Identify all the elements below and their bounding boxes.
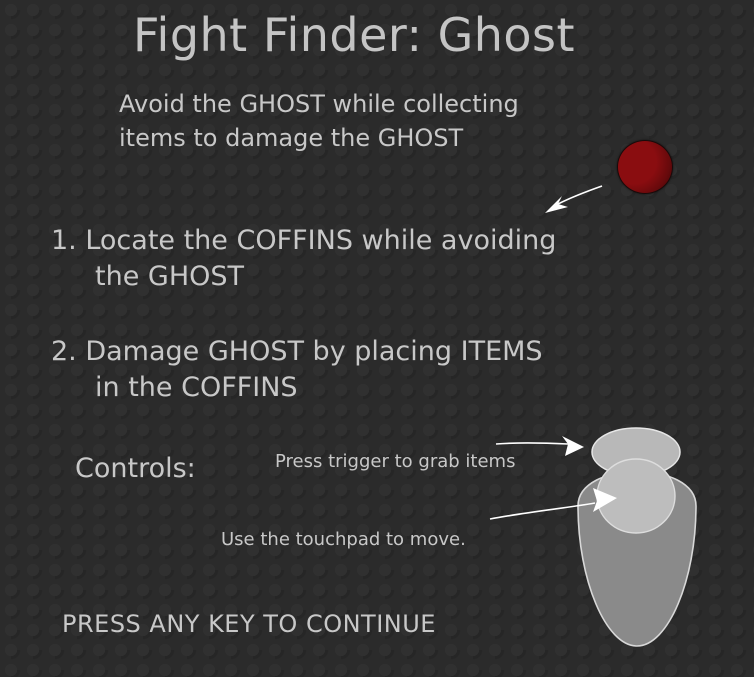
ghost-pointer-arrow-icon	[545, 185, 603, 213]
step-2-line-1: 2. Damage GHOST by placing ITEMS	[51, 336, 543, 367]
continue-prompt[interactable]: PRESS ANY KEY TO CONTINUE	[62, 610, 436, 638]
ghost-orb-icon	[617, 140, 673, 194]
touchpad-pointer-arrow-icon	[489, 488, 617, 520]
page-title: Fight Finder: Ghost	[132, 8, 576, 62]
step-1-line-2: the GHOST	[95, 261, 245, 292]
intro-line-2: items to damage the GHOST	[119, 124, 464, 152]
trigger-hint: Press trigger to grab items	[275, 451, 516, 472]
touchpad-hint: Use the touchpad to move.	[221, 529, 466, 550]
step-2-line-2: in the COFFINS	[95, 372, 298, 403]
trigger-pointer-arrow-icon	[495, 436, 584, 456]
step-1-line-1: 1. Locate the COFFINS while avoiding	[51, 225, 557, 256]
intro-line-1: Avoid the GHOST while collecting	[119, 90, 519, 118]
controls-label: Controls:	[75, 453, 196, 484]
